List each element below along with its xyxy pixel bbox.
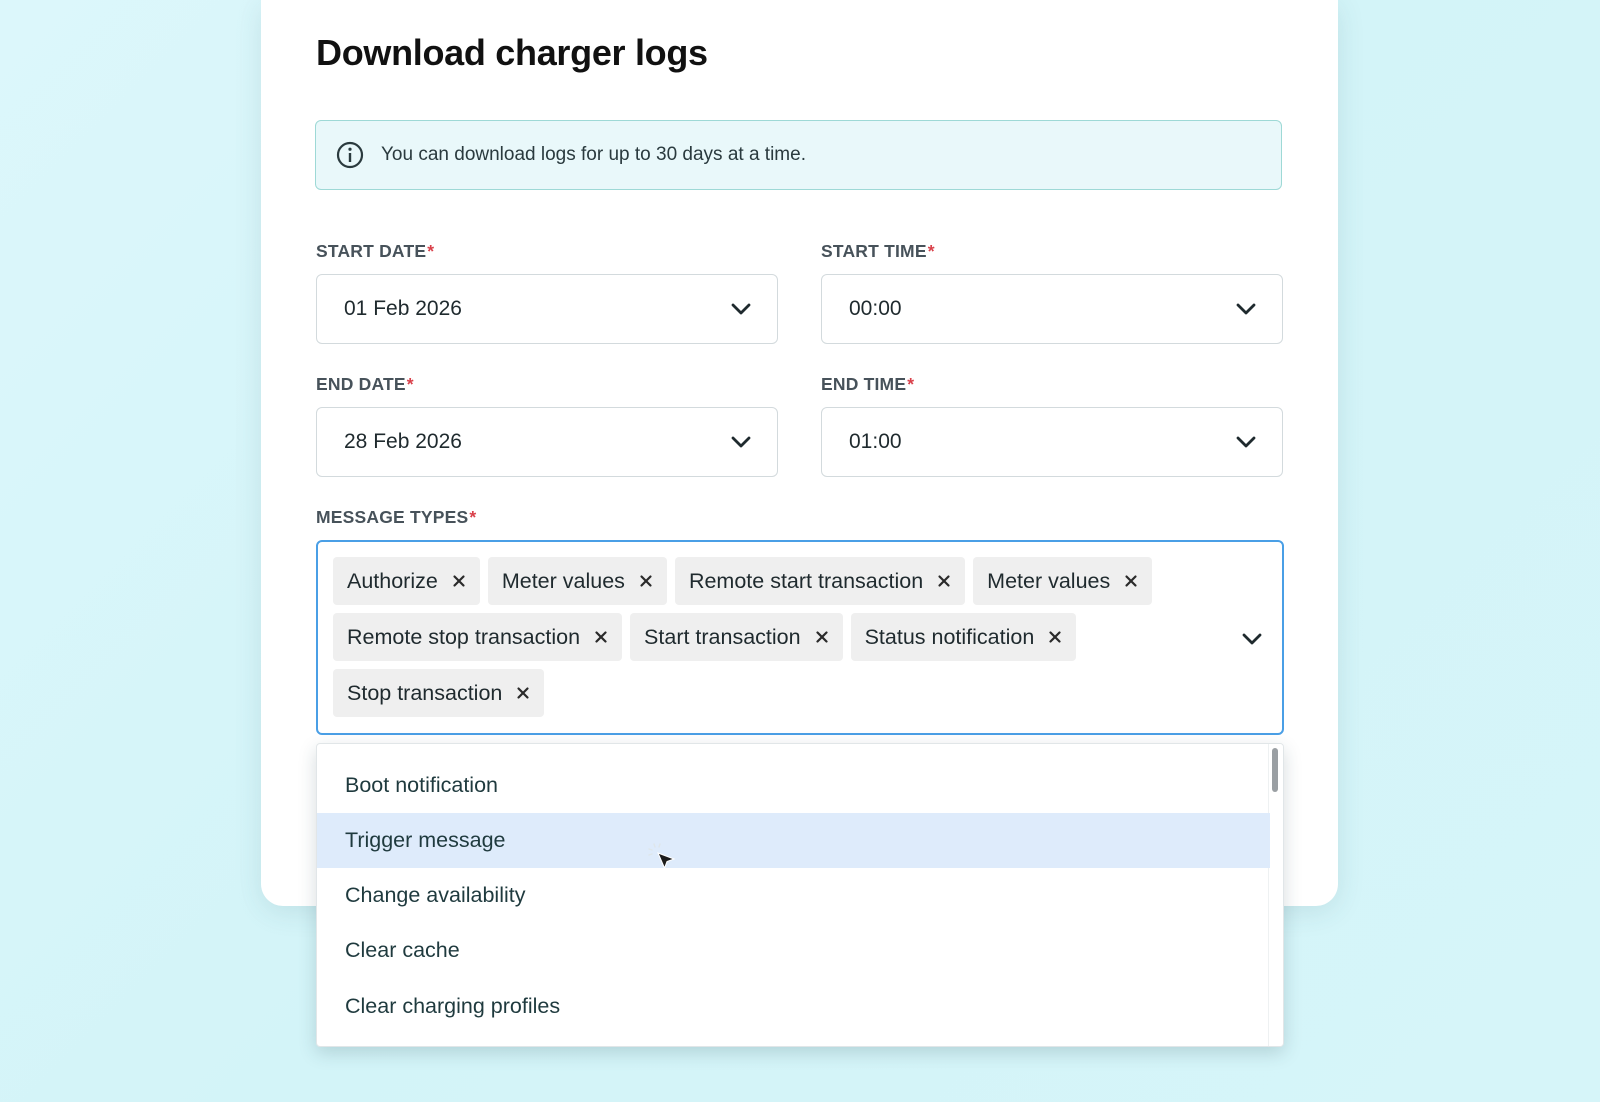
chip-label: Start transaction (644, 624, 801, 649)
end-date-label: END DATE* (316, 374, 414, 394)
close-icon[interactable] (516, 686, 530, 700)
chip-label: Meter values (501, 568, 625, 593)
chip-label: Meter values (987, 568, 1111, 593)
close-icon[interactable] (452, 574, 466, 588)
message-type-chip: Start transaction (630, 613, 843, 661)
required-marker: * (406, 374, 414, 394)
page-title: Download charger logs (316, 32, 708, 73)
close-icon[interactable] (1048, 630, 1062, 644)
selected-chips: Authorize Meter values Remote start transa… (333, 557, 1213, 717)
start-time-value: 00:00 (849, 297, 902, 320)
required-marker: * (427, 241, 435, 261)
message-types-dropdown: Boot notification Trigger message Change a… (316, 743, 1284, 1047)
message-type-chip: Remote start transaction (674, 557, 966, 605)
close-icon[interactable] (937, 574, 951, 588)
scrollbar-thumb[interactable] (1272, 748, 1278, 792)
message-type-chip: Meter values (973, 557, 1153, 605)
message-type-chip: Stop transaction (333, 669, 545, 717)
chip-label: Remote start transaction (688, 568, 924, 593)
close-icon[interactable] (815, 630, 829, 644)
start-date-select[interactable]: 01 Feb 2026 (316, 274, 778, 344)
dropdown-option[interactable]: Clear charging profiles (317, 979, 1270, 1034)
message-types-label: MESSAGE TYPES* (316, 507, 477, 527)
end-date-select[interactable]: 28 Feb 2026 (316, 407, 778, 477)
start-date-value: 01 Feb 2026 (344, 297, 462, 320)
required-marker: * (927, 241, 935, 261)
message-type-chip: Status notification (850, 613, 1077, 661)
end-time-select[interactable]: 01:00 (821, 407, 1283, 477)
start-date-label: START DATE* (316, 241, 435, 261)
chevron-down-icon (731, 303, 751, 315)
dropdown-option[interactable]: Boot notification (317, 758, 1270, 813)
chevron-down-icon (731, 436, 751, 448)
message-type-chip: Authorize (333, 557, 480, 605)
close-icon[interactable] (1124, 574, 1138, 588)
message-types-multiselect[interactable]: Authorize Meter values Remote start transa… (316, 540, 1284, 735)
dropdown-scrollbar[interactable] (1268, 744, 1283, 1046)
message-type-chip: Remote stop transaction (333, 613, 623, 661)
dropdown-option[interactable]: Trigger message (317, 813, 1270, 868)
end-time-label: END TIME* (821, 374, 915, 394)
chip-label: Stop transaction (347, 680, 503, 705)
message-type-chip: Meter values (487, 557, 667, 605)
info-icon (336, 141, 364, 169)
mouse-pointer-icon (648, 843, 676, 870)
chevron-down-icon (1236, 303, 1256, 315)
close-icon[interactable] (639, 574, 653, 588)
info-banner: You can download logs for up to 30 days … (315, 120, 1282, 190)
start-time-select[interactable]: 00:00 (821, 274, 1283, 344)
dropdown-option[interactable]: Change availability (317, 868, 1270, 923)
required-marker: * (469, 507, 477, 527)
dropdown-option[interactable]: Clear cache (317, 923, 1270, 978)
info-text: You can download logs for up to 30 days … (381, 144, 806, 165)
end-time-value: 01:00 (849, 430, 902, 453)
chevron-down-icon (1236, 436, 1256, 448)
chip-label: Status notification (864, 624, 1035, 649)
start-time-label: START TIME* (821, 241, 935, 261)
chip-label: Authorize (347, 568, 438, 593)
required-marker: * (907, 374, 915, 394)
chevron-down-icon[interactable] (1242, 633, 1262, 645)
chip-label: Remote stop transaction (347, 624, 581, 649)
close-icon[interactable] (594, 630, 608, 644)
end-date-value: 28 Feb 2026 (344, 430, 462, 453)
